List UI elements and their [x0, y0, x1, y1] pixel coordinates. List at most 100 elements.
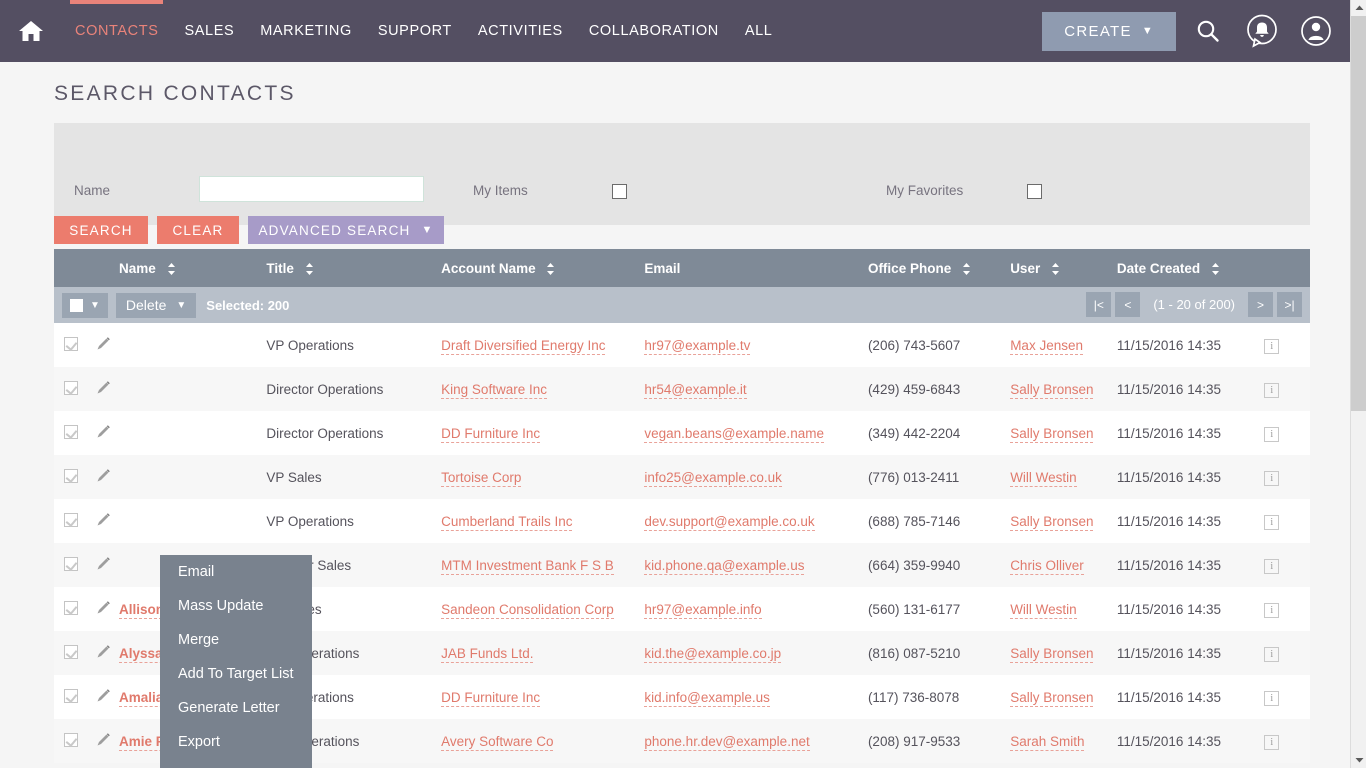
- pagination-first-button[interactable]: |<: [1086, 292, 1112, 317]
- create-button[interactable]: CREATE ▼: [1042, 11, 1176, 51]
- email-link[interactable]: kid.info@example.us: [644, 689, 770, 707]
- dropdown-item-map[interactable]: Map: [160, 759, 312, 768]
- pagination-last-button[interactable]: >|: [1277, 292, 1302, 317]
- account-name-link[interactable]: MTM Investment Bank F S B: [441, 557, 614, 575]
- info-icon[interactable]: i: [1264, 558, 1280, 574]
- column-header-email[interactable]: Email: [644, 249, 868, 287]
- pencil-edit-icon[interactable]: [96, 424, 111, 439]
- row-checkbox[interactable]: [64, 380, 79, 395]
- account-name-link[interactable]: Avery Software Co: [441, 733, 554, 751]
- nav-item-sales[interactable]: SALES: [171, 0, 247, 62]
- info-icon[interactable]: i: [1264, 426, 1280, 442]
- row-checkbox[interactable]: [64, 732, 79, 747]
- pencil-edit-icon[interactable]: [96, 732, 111, 747]
- advanced-search-button[interactable]: ADVANCED SEARCH ▼: [248, 216, 444, 244]
- info-icon[interactable]: i: [1264, 690, 1280, 706]
- account-name-link[interactable]: Tortoise Corp: [441, 469, 522, 487]
- scroll-up-arrow-icon[interactable]: [1351, 0, 1366, 16]
- nav-item-collaboration[interactable]: COLLABORATION: [576, 0, 732, 62]
- email-link[interactable]: phone.hr.dev@example.net: [644, 733, 810, 751]
- info-icon[interactable]: i: [1264, 602, 1280, 618]
- column-header-user[interactable]: User: [1010, 249, 1117, 287]
- name-search-input[interactable]: [199, 176, 424, 202]
- account-name-link[interactable]: Draft Diversified Energy Inc: [441, 337, 606, 355]
- pencil-edit-icon[interactable]: [96, 380, 111, 395]
- dropdown-item-export[interactable]: Export: [160, 725, 312, 759]
- account-name-link[interactable]: Cumberland Trails Inc: [441, 513, 573, 531]
- pagination-next-button[interactable]: >: [1248, 292, 1273, 317]
- info-icon[interactable]: i: [1264, 382, 1280, 398]
- row-checkbox[interactable]: [64, 644, 79, 659]
- row-checkbox[interactable]: [64, 600, 79, 615]
- pencil-edit-icon[interactable]: [96, 556, 111, 571]
- pencil-edit-icon[interactable]: [96, 336, 111, 351]
- dropdown-item-mass-update[interactable]: Mass Update: [160, 589, 312, 623]
- column-header-account-name[interactable]: Account Name: [441, 249, 645, 287]
- user-link[interactable]: Will Westin: [1010, 469, 1077, 487]
- user-link[interactable]: Max Jensen: [1010, 337, 1083, 355]
- select-all-dropdown[interactable]: ▼: [62, 292, 108, 318]
- info-icon[interactable]: i: [1264, 338, 1280, 354]
- dropdown-item-merge[interactable]: Merge: [160, 623, 312, 657]
- dropdown-item-add-to-target-list[interactable]: Add To Target List: [160, 657, 312, 691]
- user-link[interactable]: Sally Bronsen: [1010, 381, 1094, 399]
- notifications-button[interactable]: [1240, 9, 1284, 53]
- pencil-edit-icon[interactable]: [96, 644, 111, 659]
- dropdown-item-email[interactable]: Email: [160, 555, 312, 589]
- user-link[interactable]: Chris Olliver: [1010, 557, 1084, 575]
- column-header-office-phone[interactable]: Office Phone: [867, 249, 1011, 287]
- row-checkbox[interactable]: [64, 556, 79, 571]
- info-icon[interactable]: i: [1264, 514, 1280, 530]
- row-checkbox[interactable]: [64, 424, 79, 439]
- user-link[interactable]: Will Westin: [1010, 601, 1077, 619]
- pencil-edit-icon[interactable]: [96, 468, 111, 483]
- email-link[interactable]: kid.the@example.co.jp: [644, 645, 782, 663]
- select-all-checkbox[interactable]: [70, 298, 83, 312]
- my-items-checkbox[interactable]: [612, 184, 627, 199]
- user-link[interactable]: Sally Bronsen: [1010, 425, 1094, 443]
- account-name-link[interactable]: JAB Funds Ltd.: [441, 645, 534, 663]
- account-name-link[interactable]: King Software Inc: [441, 381, 547, 399]
- search-button[interactable]: [1186, 9, 1230, 53]
- delete-actions-dropdown-button[interactable]: Delete ▼: [115, 292, 197, 318]
- pencil-edit-icon[interactable]: [96, 512, 111, 527]
- email-link[interactable]: hr97@example.info: [644, 601, 762, 619]
- vertical-scrollbar[interactable]: [1350, 0, 1366, 768]
- user-link[interactable]: Sarah Smith: [1010, 733, 1085, 751]
- column-header-title[interactable]: Title: [266, 249, 442, 287]
- clear-button[interactable]: CLEAR: [157, 216, 239, 244]
- email-link[interactable]: vegan.beans@example.name: [644, 425, 824, 443]
- home-button[interactable]: [0, 0, 62, 62]
- vertical-scrollbar-thumb[interactable]: [1351, 16, 1366, 411]
- pencil-edit-icon[interactable]: [96, 688, 111, 703]
- info-icon[interactable]: i: [1264, 470, 1280, 486]
- dropdown-item-generate-letter[interactable]: Generate Letter: [160, 691, 312, 725]
- scroll-down-arrow-icon[interactable]: [1351, 752, 1366, 768]
- pagination-prev-button[interactable]: <: [1115, 292, 1141, 317]
- pencil-edit-icon[interactable]: [96, 600, 111, 615]
- info-icon[interactable]: i: [1264, 646, 1280, 662]
- nav-item-all[interactable]: ALL: [732, 0, 786, 62]
- email-link[interactable]: info25@example.co.uk: [644, 469, 782, 487]
- row-checkbox[interactable]: [64, 512, 79, 527]
- email-link[interactable]: hr54@example.it: [644, 381, 747, 399]
- column-header-name[interactable]: Name: [119, 249, 267, 287]
- account-name-link[interactable]: DD Furniture Inc: [441, 689, 541, 707]
- row-checkbox[interactable]: [64, 336, 79, 351]
- email-link[interactable]: hr97@example.tv: [644, 337, 751, 355]
- user-link[interactable]: Sally Bronsen: [1010, 645, 1094, 663]
- nav-item-contacts[interactable]: CONTACTS: [62, 0, 171, 62]
- account-name-link[interactable]: Sandeon Consolidation Corp: [441, 601, 614, 619]
- row-checkbox[interactable]: [64, 468, 79, 483]
- nav-item-support[interactable]: SUPPORT: [365, 0, 465, 62]
- search-submit-button[interactable]: SEARCH: [54, 216, 148, 244]
- user-link[interactable]: Sally Bronsen: [1010, 513, 1094, 531]
- my-favorites-checkbox[interactable]: [1027, 184, 1042, 199]
- nav-item-activities[interactable]: ACTIVITIES: [465, 0, 576, 62]
- user-link[interactable]: Sally Bronsen: [1010, 689, 1094, 707]
- account-name-link[interactable]: DD Furniture Inc: [441, 425, 541, 443]
- email-link[interactable]: dev.support@example.co.uk: [644, 513, 815, 531]
- nav-item-marketing[interactable]: MARKETING: [247, 0, 365, 62]
- user-profile-button[interactable]: [1294, 9, 1338, 53]
- column-header-date-created[interactable]: Date Created: [1116, 249, 1265, 287]
